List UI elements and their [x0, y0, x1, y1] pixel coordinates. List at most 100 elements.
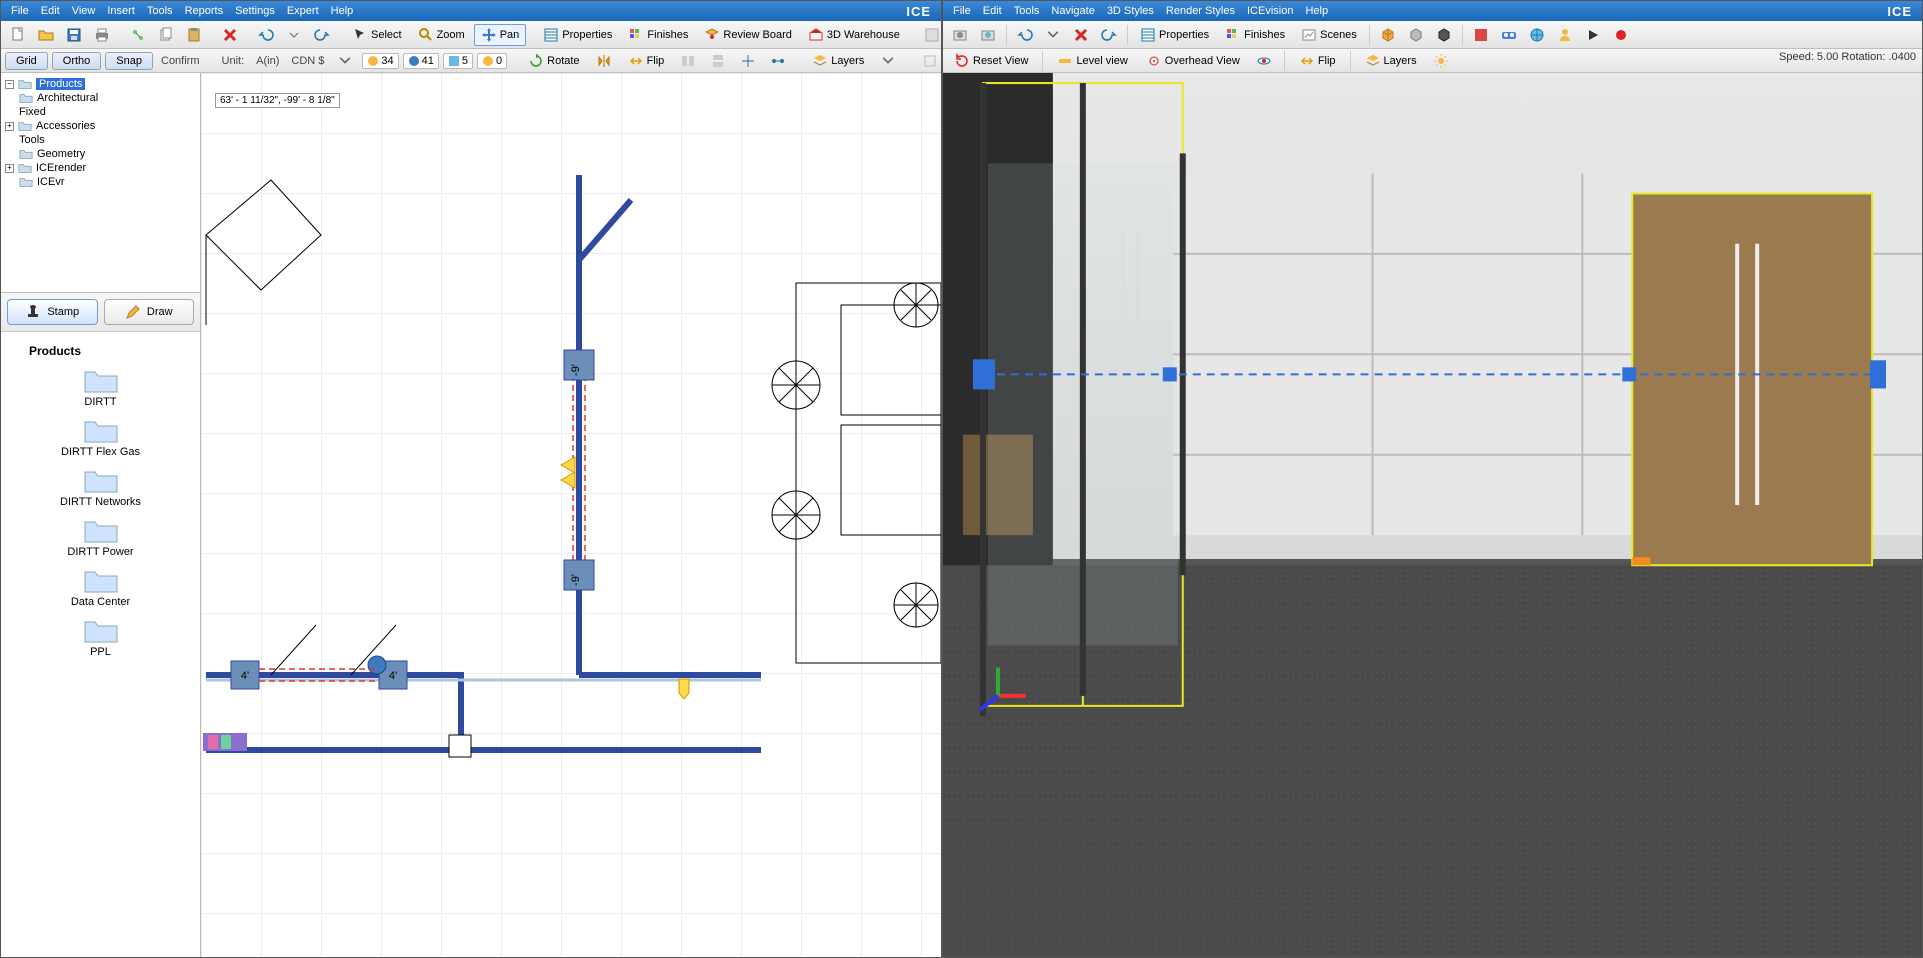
globe-icon[interactable] — [1524, 24, 1550, 46]
reset-view-button[interactable]: Reset View — [947, 50, 1035, 72]
tree-tools[interactable]: Tools — [3, 133, 198, 147]
palette-dirtt[interactable]: DIRTT — [9, 366, 192, 408]
align-icon[interactable] — [675, 50, 701, 72]
menu-tools[interactable]: Tools — [141, 4, 179, 18]
snapshot-alt-icon[interactable] — [975, 24, 1001, 46]
print-icon[interactable] — [89, 24, 115, 46]
undo3d-icon[interactable] — [1012, 24, 1038, 46]
layers3d-button[interactable]: Layers — [1358, 50, 1424, 72]
render-red-icon[interactable] — [1468, 24, 1494, 46]
viewport-3d[interactable] — [943, 73, 1922, 957]
layers-dropdown-icon[interactable] — [875, 50, 901, 72]
zoom-tool[interactable]: Zoom — [411, 24, 472, 46]
menu-help[interactable]: Help — [325, 4, 360, 18]
sun-icon[interactable] — [1428, 50, 1454, 72]
menu3d-help[interactable]: Help — [1299, 4, 1334, 18]
plan-canvas[interactable]: 63' - 1 11/32", -99' - 8 1/8" — [201, 73, 941, 957]
palette-data-center[interactable]: Data Center — [9, 566, 192, 608]
person-icon[interactable] — [1552, 24, 1578, 46]
paste-icon[interactable] — [181, 24, 207, 46]
export-dwg-button[interactable]: Export DWG — [917, 24, 941, 46]
rotate-tool[interactable]: Rotate — [521, 50, 586, 72]
menu3d-3dstyles[interactable]: 3D Styles — [1101, 4, 1160, 18]
badge-c[interactable]: 5 — [443, 53, 473, 69]
elevation-button[interactable]: Elevation — [915, 50, 941, 72]
tree-geometry[interactable]: Geometry — [3, 147, 198, 161]
tab-stamp[interactable]: Stamp — [7, 299, 98, 325]
expand-icon[interactable]: + — [5, 164, 14, 173]
menu3d-renderstyles[interactable]: Render Styles — [1160, 4, 1241, 18]
tab-draw[interactable]: Draw — [104, 299, 195, 325]
tree-products[interactable]: −Products — [3, 77, 198, 91]
redo-icon[interactable] — [309, 24, 335, 46]
open-icon[interactable] — [33, 24, 59, 46]
3d-warehouse-button[interactable]: 3D Warehouse — [801, 24, 907, 46]
cube-gray-icon[interactable] — [1403, 24, 1429, 46]
badge-b[interactable]: 41 — [403, 53, 439, 69]
delete3d-icon[interactable] — [1068, 24, 1094, 46]
snapshot-icon[interactable] — [947, 24, 973, 46]
menu-expert[interactable]: Expert — [281, 4, 325, 18]
distribute-icon[interactable] — [705, 50, 731, 72]
tree-accessories[interactable]: +Accessories — [3, 119, 198, 133]
menu-file[interactable]: File — [5, 4, 35, 18]
menu-reports[interactable]: Reports — [179, 4, 230, 18]
grid-toggle[interactable]: Grid — [5, 52, 48, 70]
unit-value[interactable]: A(in) — [252, 55, 283, 67]
record-icon[interactable] — [1608, 24, 1634, 46]
menu3d-edit[interactable]: Edit — [977, 4, 1008, 18]
menu-insert[interactable]: Insert — [101, 4, 141, 18]
layers-button[interactable]: Layers — [805, 50, 871, 72]
level-view-button[interactable]: Level view — [1050, 50, 1134, 72]
review-board-button[interactable]: Review Board — [697, 24, 798, 46]
palette-dirtt-flex-gas[interactable]: DIRTT Flex Gas — [9, 416, 192, 458]
play-icon[interactable] — [1580, 24, 1606, 46]
cube-color-icon[interactable] — [1375, 24, 1401, 46]
menu-settings[interactable]: Settings — [229, 4, 281, 18]
flip-tool[interactable]: Flip — [621, 50, 672, 72]
save-icon[interactable] — [61, 24, 87, 46]
menu3d-file[interactable]: File — [947, 4, 977, 18]
vr-icon[interactable] — [1496, 24, 1522, 46]
redo3d-icon[interactable] — [1096, 24, 1122, 46]
confirm-button[interactable]: Confirm — [157, 55, 204, 67]
menu-view[interactable]: View — [66, 4, 102, 18]
undo3d-dropdown-icon[interactable] — [1040, 24, 1066, 46]
snap-toggle[interactable]: Snap — [105, 52, 153, 70]
currency-value[interactable]: CDN $ — [287, 55, 328, 67]
new-icon[interactable] — [5, 24, 31, 46]
tree-icevr[interactable]: ICEvr — [3, 175, 198, 189]
center-icon[interactable] — [735, 50, 761, 72]
undo-dropdown-icon[interactable] — [281, 24, 307, 46]
finishes-button[interactable]: Finishes — [621, 24, 695, 46]
palette-ppl[interactable]: PPL — [9, 616, 192, 658]
palette-dirtt-networks[interactable]: DIRTT Networks — [9, 466, 192, 508]
cube-dark-icon[interactable] — [1431, 24, 1457, 46]
expand-icon[interactable]: + — [5, 122, 14, 131]
menu3d-navigate[interactable]: Navigate — [1045, 4, 1100, 18]
delete-icon[interactable] — [217, 24, 243, 46]
overhead-view-button[interactable]: Overhead View — [1139, 50, 1247, 72]
tree-icerender[interactable]: +ICErender — [3, 161, 198, 175]
tree-architectural[interactable]: Architectural — [3, 91, 198, 105]
endpoint-icon[interactable] — [765, 50, 791, 72]
collapse-icon[interactable]: − — [5, 80, 14, 89]
link-icon[interactable] — [125, 24, 151, 46]
mirror-icon[interactable] — [591, 50, 617, 72]
menu3d-tools[interactable]: Tools — [1008, 4, 1046, 18]
badge-d[interactable]: 0 — [477, 53, 507, 69]
properties3d-button[interactable]: Properties — [1133, 24, 1216, 46]
scenes-button[interactable]: Scenes — [1294, 24, 1364, 46]
undo-icon[interactable] — [253, 24, 279, 46]
pan-tool[interactable]: Pan — [474, 24, 527, 46]
badge-a[interactable]: 34 — [362, 53, 398, 69]
menu3d-icevision[interactable]: ICEvision — [1241, 4, 1299, 18]
finishes3d-button[interactable]: Finishes — [1218, 24, 1292, 46]
properties-button[interactable]: Properties — [536, 24, 619, 46]
orbit-icon[interactable] — [1251, 50, 1277, 72]
palette-dirtt-power[interactable]: DIRTT Power — [9, 516, 192, 558]
tree-fixed[interactable]: Fixed — [3, 105, 198, 119]
menu-edit[interactable]: Edit — [35, 4, 66, 18]
copy-icon[interactable] — [153, 24, 179, 46]
select-tool[interactable]: Select — [345, 24, 409, 46]
